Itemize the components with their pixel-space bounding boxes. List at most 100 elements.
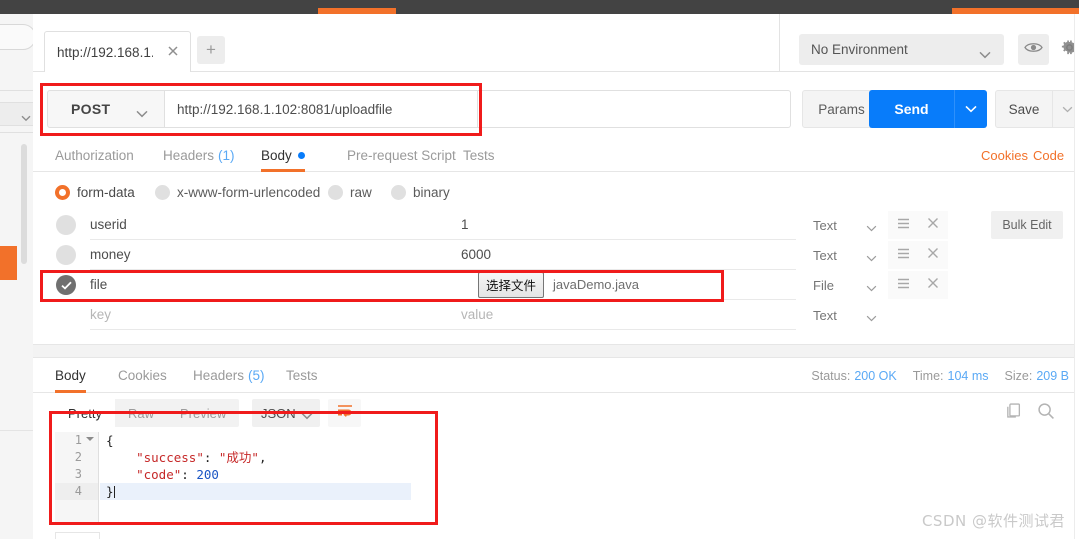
response-format-label: JSON bbox=[261, 405, 296, 421]
row-type-label: Text bbox=[813, 247, 837, 263]
code-link[interactable]: Code bbox=[1033, 139, 1064, 172]
sidebar-dropdown[interactable] bbox=[0, 102, 36, 126]
response-splitter[interactable] bbox=[33, 344, 1079, 358]
radio-form-data[interactable]: form-data bbox=[55, 179, 135, 205]
radio-binary[interactable]: binary bbox=[391, 179, 450, 205]
chevron-down-icon bbox=[866, 250, 877, 265]
tab-authorization[interactable]: Authorization bbox=[55, 139, 134, 172]
view-raw[interactable]: Raw bbox=[115, 399, 167, 427]
sidebar-search-input[interactable] bbox=[0, 24, 36, 50]
search-button[interactable] bbox=[1033, 400, 1059, 426]
row-key-input[interactable]: userid bbox=[90, 210, 453, 240]
word-wrap-button[interactable] bbox=[328, 399, 361, 427]
response-tab-tests[interactable]: Tests bbox=[286, 358, 318, 393]
close-icon[interactable] bbox=[927, 246, 939, 264]
response-code-area[interactable]: { "success": "成功", "code": 200 } bbox=[100, 432, 411, 524]
url-bar: POST http://192.168.1.102:8081/uploadfil… bbox=[33, 82, 1079, 137]
row-type-selector[interactable]: Text bbox=[813, 212, 879, 238]
size-label: Size: bbox=[1004, 368, 1033, 383]
response-view-switcher: Pretty Raw Preview bbox=[55, 399, 240, 427]
url-input[interactable]: http://192.168.1.102:8081/uploadfile bbox=[165, 90, 478, 128]
save-button[interactable]: Save bbox=[995, 90, 1053, 128]
chevron-down-icon bbox=[866, 280, 877, 295]
response-format-selector[interactable]: JSON bbox=[252, 399, 320, 427]
row-type-selector[interactable]: File bbox=[813, 272, 879, 298]
close-icon[interactable] bbox=[927, 216, 939, 234]
radio-x-www-form-urlencoded-label: x-www-form-urlencoded bbox=[177, 184, 321, 200]
choose-file-button[interactable]: 选择文件 bbox=[478, 271, 545, 298]
response-meta: Status: 200 OK Time: 104 ms Size: 209 B bbox=[795, 358, 1069, 393]
view-preview[interactable]: Preview bbox=[167, 399, 239, 427]
close-icon[interactable] bbox=[166, 44, 180, 58]
row-value-input[interactable]: 6000 bbox=[453, 240, 796, 270]
hamburger-icon[interactable] bbox=[897, 246, 910, 264]
tab-tests[interactable]: Tests bbox=[463, 139, 495, 172]
response-tabs: Body Cookies Headers (5) Tests Status: 2… bbox=[33, 358, 1079, 393]
time-value: 104 ms bbox=[947, 368, 989, 383]
tab-bar: http://192.168.1.102:8 + No Environment bbox=[33, 14, 1079, 72]
send-button[interactable]: Send bbox=[869, 90, 954, 128]
response-tab-cookies[interactable]: Cookies bbox=[118, 358, 167, 393]
response-tab-body[interactable]: Body bbox=[55, 358, 86, 393]
url-input-extension[interactable] bbox=[478, 90, 791, 128]
unsaved-dot-icon bbox=[297, 152, 305, 159]
main-panel: http://192.168.1.102:8 + No Environment bbox=[33, 14, 1079, 539]
status-label: Status: bbox=[811, 368, 851, 383]
tab-authorization-label: Authorization bbox=[55, 148, 134, 163]
close-icon[interactable] bbox=[927, 276, 939, 294]
request-tab[interactable]: http://192.168.1.102:8 bbox=[44, 31, 191, 72]
active-tab-underline bbox=[55, 390, 86, 393]
body-type-radio-group: form-data x-www-form-urlencoded raw bina… bbox=[33, 179, 1079, 211]
line-number-text: 1 bbox=[74, 433, 82, 447]
row-key-input[interactable]: money bbox=[90, 240, 453, 270]
chevron-down-icon bbox=[866, 310, 877, 325]
selected-file-name: javaDemo.java bbox=[553, 277, 640, 292]
hamburger-icon[interactable] bbox=[897, 276, 910, 294]
form-data-table: userid 1 Text Bulk Edit money 6000 Text … bbox=[33, 210, 1079, 330]
http-method-selector[interactable]: POST bbox=[47, 90, 165, 128]
size-value: 209 B bbox=[1036, 368, 1069, 383]
viewer-bottom-edge bbox=[55, 532, 100, 539]
tab-body[interactable]: Body bbox=[261, 139, 305, 172]
copy-button[interactable] bbox=[1000, 400, 1026, 426]
fold-caret-icon[interactable] bbox=[86, 437, 94, 441]
view-pretty[interactable]: Pretty bbox=[55, 399, 115, 427]
row-type-label: File bbox=[813, 277, 834, 293]
row-type-selector[interactable]: Text bbox=[813, 242, 879, 268]
sidebar-scrollbar[interactable] bbox=[21, 144, 27, 264]
cookies-link[interactable]: Cookies bbox=[981, 139, 1028, 172]
row-enable-checkbox[interactable] bbox=[56, 275, 76, 295]
code-line: { bbox=[106, 433, 114, 448]
send-options-button[interactable] bbox=[954, 90, 987, 128]
row-key-input-empty[interactable]: key bbox=[90, 300, 453, 330]
tab-headers[interactable]: Headers (1) bbox=[163, 139, 235, 172]
line-number: 3 bbox=[74, 467, 82, 481]
row-enable-checkbox[interactable] bbox=[56, 215, 76, 235]
new-tab-button[interactable]: + bbox=[197, 36, 225, 64]
response-tab-headers[interactable]: Headers (5) bbox=[193, 358, 265, 393]
tab-headers-count: (1) bbox=[218, 148, 235, 163]
tab-pre-request-script[interactable]: Pre-request Script bbox=[347, 139, 456, 172]
code-line: "success": "成功", bbox=[136, 450, 267, 465]
tab-pre-request-script-label: Pre-request Script bbox=[347, 148, 456, 163]
environment-selector[interactable]: No Environment bbox=[799, 34, 1004, 65]
row-type-selector[interactable]: Text bbox=[813, 302, 879, 328]
postman-window: http://192.168.1.102:8 + No Environment bbox=[0, 0, 1079, 539]
row-key-input[interactable]: file bbox=[90, 270, 453, 300]
response-tab-cookies-label: Cookies bbox=[118, 368, 167, 383]
environment-quick-look-button[interactable] bbox=[1018, 34, 1049, 65]
code-line: } bbox=[100, 483, 411, 500]
tab-tests-label: Tests bbox=[463, 148, 495, 163]
row-value-input-empty[interactable]: value bbox=[453, 300, 796, 330]
line-number: 4 bbox=[55, 483, 98, 500]
tab-bar-divider bbox=[779, 14, 780, 72]
radio-raw[interactable]: raw bbox=[328, 179, 372, 205]
radio-binary-label: binary bbox=[413, 184, 450, 200]
row-enable-checkbox[interactable] bbox=[56, 245, 76, 265]
row-file-picker[interactable]: 选择文件 javaDemo.java bbox=[453, 270, 796, 300]
row-value-input[interactable]: 1 bbox=[453, 210, 796, 240]
hamburger-icon[interactable] bbox=[897, 216, 910, 234]
line-number-gutter: 1 2 3 4 bbox=[55, 432, 99, 524]
bulk-edit-button[interactable]: Bulk Edit bbox=[991, 211, 1063, 239]
radio-x-www-form-urlencoded[interactable]: x-www-form-urlencoded bbox=[155, 179, 320, 205]
